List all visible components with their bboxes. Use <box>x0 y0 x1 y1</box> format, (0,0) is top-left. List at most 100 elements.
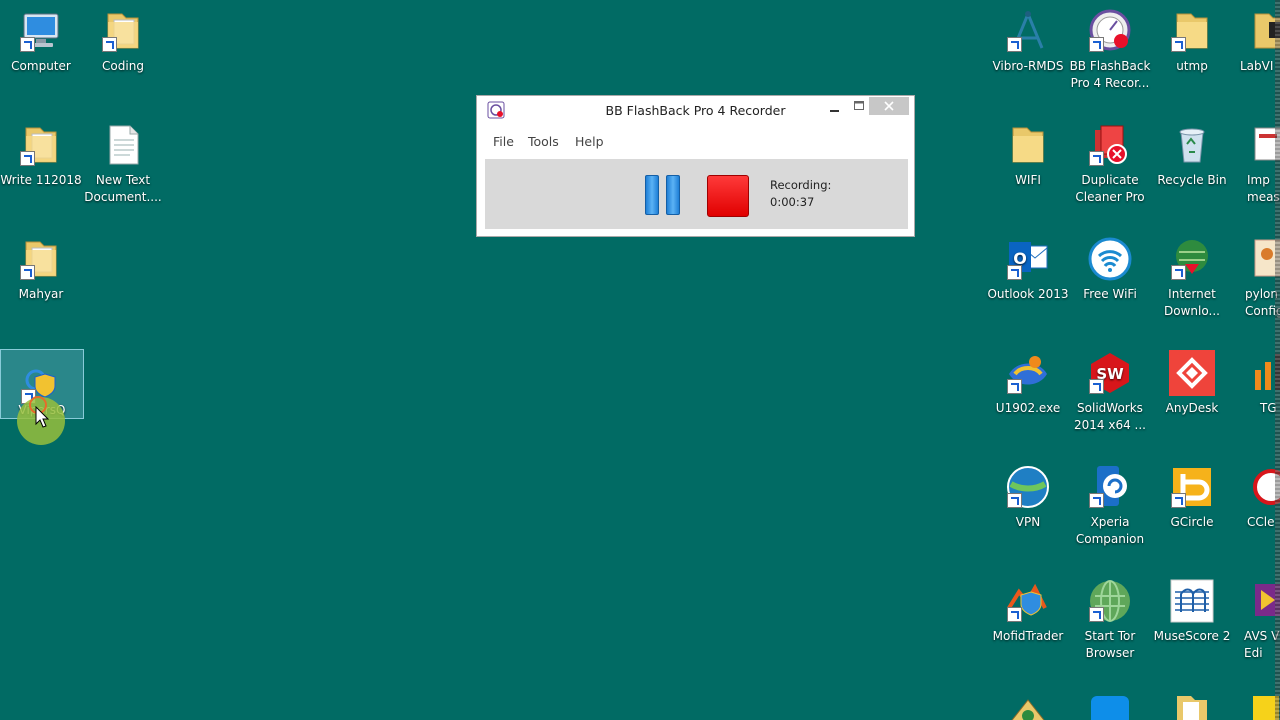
duplicate-cleaner-icon <box>1087 122 1133 168</box>
folder-icon <box>1005 122 1051 168</box>
gcircle-icon <box>1169 464 1215 510</box>
desktop-icon-ccleaner[interactable]: CCle <box>1233 456 1280 531</box>
desktop-icon-duplicate-cleaner[interactable]: Duplicate Cleaner Pro <box>1069 114 1151 206</box>
icon-label: AnyDesk <box>1165 401 1219 415</box>
desktop-icon-avs-video-editor[interactable]: AVS V Edi <box>1233 570 1280 662</box>
partial-teamviewer-icon <box>1091 696 1129 720</box>
minimize-button[interactable] <box>825 98 845 116</box>
desktop-icon-bb-flashback[interactable]: BB FlashBack Pro 4 Recor... <box>1069 0 1151 92</box>
partial-folder-icon <box>1177 696 1207 720</box>
icon-label: MofidTrader <box>992 629 1064 643</box>
icon-label: Internet Downlo... <box>1164 287 1220 318</box>
xperia-icon <box>1087 464 1133 510</box>
recorder-control-panel: Recording: 0:00:37 <box>485 159 908 229</box>
wifi-icon <box>1087 236 1133 282</box>
shortcut-arrow-icon <box>1089 151 1104 166</box>
desktop-icon-imp[interactable]: Imp measu <box>1233 114 1280 206</box>
shortcut-arrow-icon <box>1007 493 1022 508</box>
shortcut-arrow-icon <box>1007 265 1022 280</box>
partial-icon-row <box>987 690 1280 720</box>
desktop-icon-tor-browser[interactable]: Start Tor Browser <box>1069 570 1151 662</box>
desktop-icon-computer[interactable]: Computer <box>0 0 82 75</box>
musescore-icon <box>1169 578 1215 624</box>
icon-label: VPN <box>1015 515 1041 529</box>
desktop-icon-new-text-document[interactable]: New Text Document.... <box>82 114 164 206</box>
folder-icon <box>18 122 64 168</box>
solidworks-icon: SW <box>1087 350 1133 396</box>
desktop-icon-musescore[interactable]: MuseScore 2 <box>1151 570 1233 645</box>
computer-icon <box>18 8 64 54</box>
recycle-bin-icon <box>1169 122 1215 168</box>
icon-label: Free WiFi <box>1083 287 1137 301</box>
desktop-icon-tg[interactable]: TG <box>1233 342 1280 417</box>
mouse-pointer-icon <box>35 406 49 428</box>
desktop-icon-recycle-bin[interactable]: Recycle Bin <box>1151 114 1233 189</box>
shortcut-arrow-icon <box>102 37 117 52</box>
desktop-icon-mahyar[interactable]: Mahyar <box>0 228 82 303</box>
partial-app-icon <box>1011 699 1045 720</box>
desktop-icon-xperia-companion[interactable]: Xperia Companion <box>1069 456 1151 548</box>
icon-label: GCircle <box>1170 515 1214 529</box>
shortcut-arrow-icon <box>1007 37 1022 52</box>
desktop-icon-free-wifi[interactable]: Free WiFi <box>1069 228 1151 303</box>
shortcut-arrow-icon <box>1089 493 1104 508</box>
desktop-icon-pylon[interactable]: pylon Config <box>1233 228 1280 320</box>
icon-label: BB FlashBack Pro 4 Recor... <box>1069 59 1151 90</box>
desktop-icon-wifi[interactable]: WIFI <box>987 114 1069 189</box>
desktop-icon-solidworks[interactable]: SW SolidWorks 2014 x64 ... <box>1069 342 1151 434</box>
flashback-recorder-icon <box>1087 8 1133 54</box>
close-icon <box>884 101 894 111</box>
maximize-icon <box>854 101 864 110</box>
icon-label: utmp <box>1176 59 1208 73</box>
icon-label: Mahyar <box>18 287 64 301</box>
vibro-icon <box>1005 8 1051 54</box>
desktop-icon-mofidtrader[interactable]: MofidTrader <box>987 570 1069 645</box>
menu-tools[interactable]: Tools <box>528 134 559 149</box>
outlook-icon: O <box>1005 236 1051 282</box>
menu-help[interactable]: Help <box>575 134 604 149</box>
icon-label: New Text Document.... <box>84 173 162 204</box>
anydesk-icon <box>1169 350 1215 396</box>
icon-label: Xperia Companion <box>1075 515 1145 546</box>
desktop-icon-outlook[interactable]: O Outlook 2013 <box>987 228 1069 303</box>
shortcut-arrow-icon <box>1171 265 1186 280</box>
desktop-icon-internet-download-manager[interactable]: Internet Downlo... <box>1151 228 1233 320</box>
recording-status-label: Recording: <box>770 178 832 192</box>
desktop-icon-labview[interactable]: LabVI <box>1233 0 1280 75</box>
shortcut-arrow-icon <box>1007 607 1022 622</box>
icon-label: Write 112018 <box>0 173 82 187</box>
pause-bar-right <box>666 175 680 215</box>
desktop-icon-vibro-rmds[interactable]: Vibro-RMDS <box>987 0 1069 75</box>
menu-file[interactable]: File <box>493 134 514 149</box>
u1902-app-icon <box>1005 350 1051 396</box>
desktop-icon-gcircle[interactable]: GCircle <box>1151 456 1233 531</box>
pause-bar-left <box>645 175 659 215</box>
shortcut-arrow-icon <box>20 37 35 52</box>
icon-label: Coding <box>102 59 144 73</box>
icon-label: Duplicate Cleaner Pro <box>1075 173 1145 204</box>
shortcut-arrow-icon <box>1171 493 1186 508</box>
desktop-icon-utmp[interactable]: utmp <box>1151 0 1233 75</box>
idm-globe-icon <box>1169 236 1215 282</box>
screen-edge-scrollbar <box>1275 0 1280 720</box>
pause-button[interactable] <box>645 175 681 215</box>
icon-label: SolidWorks 2014 x64 ... <box>1074 401 1146 432</box>
icon-label: WIFI <box>1015 173 1041 187</box>
desktop-icon-u1902[interactable]: U1902.exe <box>987 342 1069 417</box>
folder-icon <box>18 236 64 282</box>
desktop-icon-write[interactable]: Write 112018 <box>0 114 82 189</box>
close-button[interactable] <box>869 97 909 115</box>
desktop-icon-anydesk[interactable]: AnyDesk <box>1151 342 1233 417</box>
desktop-icon-vpn[interactable]: VPN <box>987 456 1069 531</box>
icon-label: Recycle Bin <box>1157 173 1227 187</box>
icon-label: Vibro-RMDS <box>992 59 1064 73</box>
stop-button[interactable] <box>707 175 749 217</box>
title-bar[interactable]: BB FlashBack Pro 4 Recorder <box>477 96 914 124</box>
shortcut-arrow-icon <box>20 265 35 280</box>
icon-label: Outlook 2013 <box>987 287 1069 301</box>
shortcut-arrow-icon <box>1089 37 1104 52</box>
maximize-button[interactable] <box>849 98 869 116</box>
shortcut-arrow-icon <box>1007 379 1022 394</box>
menu-bar: File Tools Help <box>485 128 906 156</box>
desktop-icon-coding[interactable]: Coding <box>82 0 164 75</box>
